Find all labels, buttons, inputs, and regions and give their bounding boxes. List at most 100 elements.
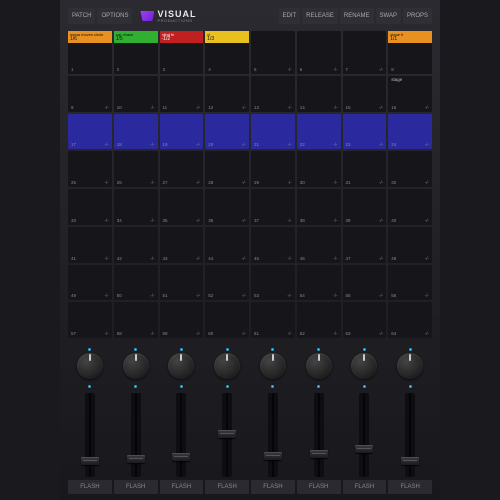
patch-button[interactable]: PATCH xyxy=(68,8,95,24)
cue-cell[interactable]: 36-/- xyxy=(205,189,249,225)
cue-cell[interactable]: 29-/- xyxy=(251,151,295,187)
cue-cell[interactable]: 20-/- xyxy=(205,114,249,150)
cue-cell[interactable]: 14-/- xyxy=(297,76,341,112)
cue-cell[interactable]: stage fr1/18 xyxy=(388,31,432,74)
cue-cell[interactable]: 64-/- xyxy=(388,302,432,338)
cue-cell[interactable]: 56-/- xyxy=(388,265,432,301)
cue-cell[interactable]: 5-/- xyxy=(251,31,295,74)
cue-cell[interactable]: 13-/- xyxy=(251,76,295,112)
led-indicator xyxy=(134,348,137,351)
fader[interactable] xyxy=(268,393,278,477)
cue-cell[interactable]: 55-/- xyxy=(343,265,387,301)
channel-knob[interactable] xyxy=(214,353,240,379)
cue-cell[interactable]: 40-/- xyxy=(388,189,432,225)
fader[interactable] xyxy=(176,393,186,477)
cue-cell[interactable]: 43-/- xyxy=(160,227,204,263)
cue-cell[interactable]: 7-/- xyxy=(343,31,387,74)
props-button[interactable]: PROPS xyxy=(403,8,432,24)
cue-cell[interactable]: 59-/- xyxy=(160,302,204,338)
channel-knob[interactable] xyxy=(260,353,286,379)
cue-cell[interactable]: 25-/- xyxy=(68,151,112,187)
cue-cell[interactable]: 54-/- xyxy=(297,265,341,301)
channel-knob[interactable] xyxy=(77,353,103,379)
cue-cell[interactable]: 26-/- xyxy=(114,151,158,187)
cue-cell[interactable]: 63-/- xyxy=(343,302,387,338)
flash-button[interactable]: FLASH xyxy=(343,480,387,494)
cue-cell[interactable]: 60-/- xyxy=(205,302,249,338)
cue-cell[interactable]: 6-/- xyxy=(297,31,341,74)
cue-cell[interactable]: mega moves circle1/61 xyxy=(68,31,112,74)
swap-button[interactable]: SWAP xyxy=(376,8,401,24)
flash-button[interactable]: FLASH xyxy=(114,480,158,494)
cue-cell[interactable]: 23-/- xyxy=(343,114,387,150)
led-indicator xyxy=(363,348,366,351)
channel-knob[interactable] xyxy=(123,353,149,379)
mixer-section: FLASHFLASHFLASHFLASHFLASHFLASHFLASHFLASH xyxy=(68,344,432,494)
cue-cell[interactable]: 39-/- xyxy=(343,189,387,225)
cue-cell[interactable]: 50-/- xyxy=(114,265,158,301)
cue-cell[interactable]: 38-/- xyxy=(297,189,341,225)
cue-cell[interactable]: 49-/- xyxy=(68,265,112,301)
cue-cell[interactable]: 42-/- xyxy=(114,227,158,263)
cue-cell[interactable]: 34-/- xyxy=(114,189,158,225)
cue-cell[interactable]: 15-/- xyxy=(343,76,387,112)
cue-cell[interactable]: 51-/- xyxy=(160,265,204,301)
cue-cell[interactable]: 9-/- xyxy=(68,76,112,112)
fader[interactable] xyxy=(131,393,141,477)
fader[interactable] xyxy=(405,393,415,477)
edit-button[interactable]: EDIT xyxy=(279,8,301,24)
cue-cell[interactable]: 35-/- xyxy=(160,189,204,225)
cue-cell[interactable]: 30-/- xyxy=(297,151,341,187)
cue-cell[interactable]: stage16-/- xyxy=(388,76,432,112)
cue-cell[interactable]: 57-/- xyxy=(68,302,112,338)
cue-cell[interactable]: 18-/- xyxy=(114,114,158,150)
cue-cell[interactable]: 47-/- xyxy=(343,227,387,263)
cue-cell[interactable]: 17-/- xyxy=(68,114,112,150)
led-indicator xyxy=(317,385,320,388)
cue-cell[interactable]: 53-/- xyxy=(251,265,295,301)
cue-cell[interactable]: 32-/- xyxy=(388,151,432,187)
cue-cell[interactable]: 41-/- xyxy=(68,227,112,263)
cue-cell[interactable]: 37-/- xyxy=(251,189,295,225)
cue-cell[interactable]: 10-/- xyxy=(114,76,158,112)
channel-knob[interactable] xyxy=(168,353,194,379)
cue-cell[interactable]: 22-/- xyxy=(297,114,341,150)
channel-knob[interactable] xyxy=(306,353,332,379)
cue-cell[interactable]: 33-/- xyxy=(68,189,112,225)
channel-knob[interactable] xyxy=(351,353,377,379)
cue-cell[interactable]: 61-/- xyxy=(251,302,295,338)
flash-button[interactable]: FLASH xyxy=(297,480,341,494)
release-button[interactable]: RELEASE xyxy=(302,8,338,24)
cue-cell[interactable]: 21-/- xyxy=(251,114,295,150)
fader[interactable] xyxy=(314,393,324,477)
cue-cell[interactable]: 28-/- xyxy=(205,151,249,187)
flash-button[interactable]: FLASH xyxy=(160,480,204,494)
fader[interactable] xyxy=(85,393,95,477)
cue-cell[interactable]: 31-/- xyxy=(343,151,387,187)
cue-cell[interactable]: 58-/- xyxy=(114,302,158,338)
flash-button[interactable]: FLASH xyxy=(205,480,249,494)
cue-cell[interactable]: par chase1/52 xyxy=(114,31,158,74)
led-indicator xyxy=(180,348,183,351)
fader[interactable] xyxy=(222,393,232,477)
options-button[interactable]: OPTIONS xyxy=(97,8,132,24)
cue-cell[interactable]: blind fx-1/23 xyxy=(160,31,204,74)
cue-cell[interactable]: 11-/- xyxy=(160,76,204,112)
flash-button[interactable]: FLASH xyxy=(251,480,295,494)
cue-cell[interactable]: 12-/- xyxy=(205,76,249,112)
cue-cell[interactable]: 46-/- xyxy=(297,227,341,263)
cue-cell[interactable]: 48-/- xyxy=(388,227,432,263)
cue-cell[interactable]: 62-/- xyxy=(297,302,341,338)
flash-button[interactable]: FLASH xyxy=(388,480,432,494)
flash-button[interactable]: FLASH xyxy=(68,480,112,494)
rename-button[interactable]: RENAME xyxy=(340,8,374,24)
cue-cell[interactable]: 44-/- xyxy=(205,227,249,263)
cue-cell[interactable]: 19-/- xyxy=(160,114,204,150)
cue-cell[interactable]: 52-/- xyxy=(205,265,249,301)
cue-cell[interactable]: 27-/- xyxy=(160,151,204,187)
channel-knob[interactable] xyxy=(397,353,423,379)
cue-cell[interactable]: 24-/- xyxy=(388,114,432,150)
fader[interactable] xyxy=(359,393,369,477)
cue-cell[interactable]: cl1/34 xyxy=(205,31,249,74)
cue-cell[interactable]: 45-/- xyxy=(251,227,295,263)
